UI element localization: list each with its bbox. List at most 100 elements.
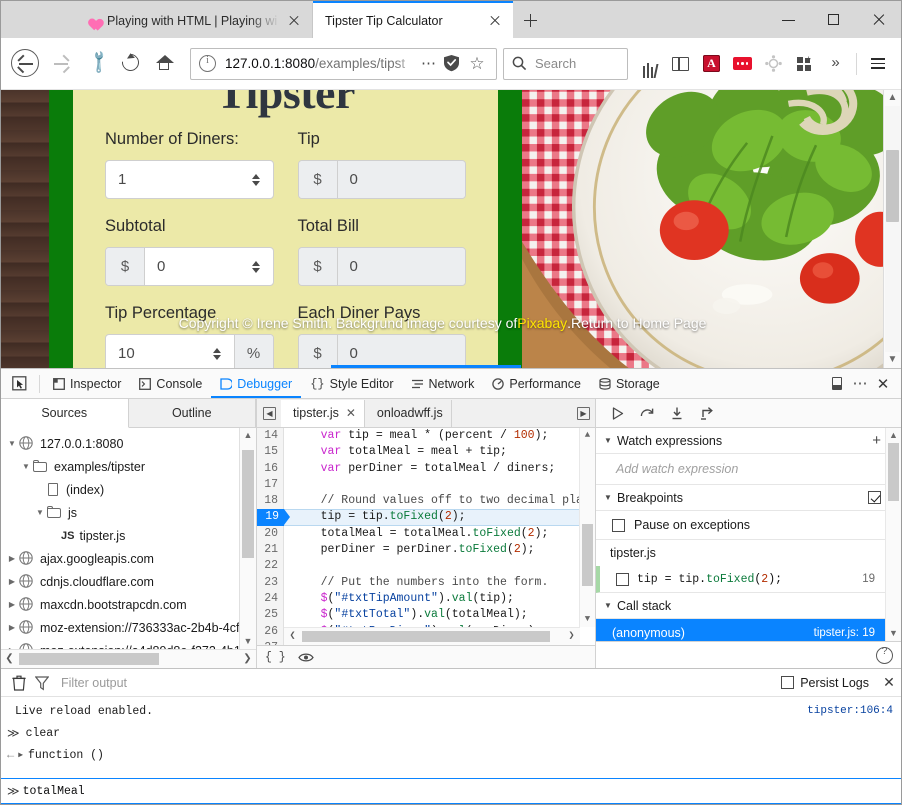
persist-logs-row[interactable]: Persist Logs — [781, 676, 877, 690]
step-in-icon[interactable] — [664, 400, 690, 426]
field-diners-stepper[interactable] — [245, 161, 273, 198]
code-line-number[interactable]: 18 — [257, 493, 284, 509]
sources-horizontal-scrollbar[interactable]: ❮ ❯ — [1, 649, 256, 668]
code-line-number[interactable]: 15 — [257, 444, 284, 460]
code-line[interactable]: 18 // Round values off to two decimal pl… — [257, 493, 595, 509]
add-watch-expression-input[interactable]: Add watch expression — [596, 454, 901, 485]
eye-icon[interactable] — [298, 652, 314, 663]
field-each-diner-pays-group[interactable]: $ 0 — [298, 334, 467, 369]
code-line[interactable]: 14 var tip = meal * (percent / 100); — [257, 428, 595, 444]
editor-tab-tipster-js[interactable]: tipster.js ✕ — [281, 400, 365, 427]
site-info-icon[interactable] — [199, 55, 216, 72]
pixabay-link[interactable]: Pixabay — [517, 315, 567, 331]
resume-icon[interactable] — [604, 400, 630, 426]
step-over-icon[interactable] — [634, 400, 660, 426]
close-button[interactable] — [856, 1, 901, 38]
field-tip-input[interactable]: 0 — [338, 161, 466, 198]
field-diners-group[interactable]: 1 — [105, 160, 274, 199]
code-line-number[interactable]: 20 — [257, 526, 284, 542]
console-command-input[interactable]: ≫ totalMeal — [1, 778, 901, 804]
sources-hscrollbar-thumb[interactable] — [19, 653, 159, 665]
devtools-close-icon[interactable]: ✕ — [871, 375, 895, 393]
devtools-tab-debugger[interactable]: Debugger — [211, 369, 301, 398]
field-total-bill-group[interactable]: $ 0 — [298, 247, 467, 286]
code-editor[interactable]: 14 var tip = meal * (percent / 100);15 v… — [257, 428, 595, 645]
twisty-closed-icon[interactable]: ▶ — [5, 577, 19, 586]
devtools-tab-performance[interactable]: Performance — [483, 369, 590, 398]
code-line-number[interactable]: 22 — [257, 558, 284, 574]
tree-item-folder-js[interactable]: ▼ js — [1, 501, 256, 524]
browser-tab-2[interactable]: Tipster Tip Calculator — [313, 1, 513, 38]
field-tip-percentage-input[interactable]: 10 — [106, 335, 206, 369]
enable-all-breakpoints-checkbox[interactable] — [868, 491, 881, 504]
devtools-options-icon[interactable]: ⋯ — [849, 380, 871, 388]
home-button[interactable] — [149, 47, 182, 80]
minimize-button[interactable] — [766, 1, 811, 38]
adobe-acrobat-icon[interactable]: A — [697, 49, 726, 78]
devtools-tab-storage[interactable]: Storage — [590, 369, 669, 398]
field-tip-percentage-stepper[interactable] — [206, 335, 234, 369]
containers-icon[interactable]: + — [790, 49, 819, 78]
breakpoint-entry[interactable]: tip = tip.toFixed(2); 19 — [596, 566, 901, 593]
home-page-link[interactable]: Return to Home Page — [571, 315, 706, 331]
pause-on-exceptions-row[interactable]: Pause on exceptions — [596, 511, 901, 540]
twisty-open-icon[interactable]: ▼ — [5, 439, 19, 448]
tracking-protection-shield-icon[interactable] — [443, 54, 463, 73]
pause-on-exceptions-checkbox[interactable] — [612, 519, 625, 532]
console-filter-input[interactable]: Filter output — [53, 676, 781, 690]
extension-grey-icon[interactable] — [759, 49, 788, 78]
code-line[interactable]: 20 totalMeal = totalMeal.toFixed(2); — [257, 526, 595, 542]
persist-logs-checkbox[interactable] — [781, 676, 794, 689]
browser-tab-1[interactable]: Playing with HTML | Playing wi — [73, 3, 313, 38]
tree-item-tipster-js[interactable]: JS tipster.js — [1, 524, 256, 547]
bookmark-star-icon[interactable]: ☆ — [466, 55, 488, 72]
editor-scroll-right-icon[interactable]: ▶ — [571, 400, 595, 427]
code-line-number[interactable]: 23 — [257, 575, 284, 591]
code-line[interactable]: 22 — [257, 558, 595, 574]
console-result-row[interactable]: ← ▶ function () — [1, 744, 901, 766]
sources-vertical-scrollbar[interactable]: ▲ ▼ — [239, 428, 256, 649]
editor-vertical-scrollbar[interactable]: ▲ ▼ — [579, 428, 595, 627]
field-subtotal-group[interactable]: $ 0 — [105, 247, 274, 286]
tools-icon[interactable]: 🔧 — [79, 47, 112, 80]
editor-scroll-up-icon[interactable]: ▲ — [580, 428, 595, 443]
field-subtotal-input[interactable]: 0 — [145, 248, 245, 285]
code-line[interactable]: 17 — [257, 477, 595, 493]
devtools-tab-style-editor[interactable]: {} Style Editor — [301, 369, 402, 398]
browser-tab-1-close-icon[interactable] — [284, 11, 304, 31]
code-line-number[interactable]: 17 — [257, 477, 284, 493]
expand-triangle-icon[interactable]: ▶ — [18, 750, 23, 760]
browser-tab-2-close-icon[interactable] — [485, 11, 505, 31]
editor-scroll-left-icon[interactable]: ◀ — [257, 400, 281, 427]
call-stack-header[interactable]: ▼ Call stack — [596, 593, 901, 619]
tree-item-googleapis[interactable]: ▶ ajax.googleapis.com — [1, 547, 256, 570]
caret-open-icon[interactable]: ▼ — [604, 436, 617, 445]
sources-scroll-right-icon[interactable]: ❯ — [239, 650, 256, 668]
sources-scrollbar-thumb[interactable] — [242, 450, 254, 558]
tree-item-bootstrapcdn[interactable]: ▶ maxcdn.bootstrapcdn.com — [1, 593, 256, 616]
field-tip-group[interactable]: $ 0 — [298, 160, 467, 199]
caret-open-icon[interactable]: ▼ — [604, 493, 617, 502]
devtools-tab-inspector[interactable]: Inspector — [44, 369, 130, 398]
field-each-diner-pays-input[interactable]: 0 — [338, 335, 466, 369]
code-line-number[interactable]: 19 — [257, 509, 284, 525]
field-subtotal-stepper[interactable] — [245, 248, 273, 285]
devtools-tab-network[interactable]: Network — [403, 369, 484, 398]
code-line[interactable]: 24 $("#txtTipAmount").val(tip); — [257, 591, 595, 607]
watch-expressions-header[interactable]: ▼ Watch expressions + — [596, 428, 901, 454]
tree-item-moz-extension-1[interactable]: ▶ moz-extension://736333ac-2b4b-4cfc — [1, 616, 256, 639]
page-vertical-scrollbar[interactable]: ▲ ▼ — [883, 90, 901, 368]
tree-item-index[interactable]: (index) — [1, 478, 256, 501]
editor-scroll-right-arrow-icon[interactable]: ❯ — [563, 628, 580, 645]
code-line-number[interactable]: 16 — [257, 461, 284, 477]
help-icon[interactable] — [876, 647, 893, 664]
library-icon[interactable] — [635, 49, 664, 78]
field-total-bill-input[interactable]: 0 — [338, 248, 466, 285]
editor-hscrollbar-thumb[interactable] — [302, 631, 550, 642]
dock-icon[interactable] — [823, 369, 849, 398]
extension-red-icon[interactable] — [728, 49, 757, 78]
editor-scroll-left-arrow-icon[interactable]: ❮ — [284, 628, 301, 645]
editor-horizontal-scrollbar[interactable]: ❮ ❯ — [284, 627, 580, 645]
console-log-row[interactable]: Live reload enabled. tipster:106:4 — [1, 700, 901, 722]
code-line[interactable]: 25 $("#txtTotal").val(totalMeal); — [257, 607, 595, 623]
